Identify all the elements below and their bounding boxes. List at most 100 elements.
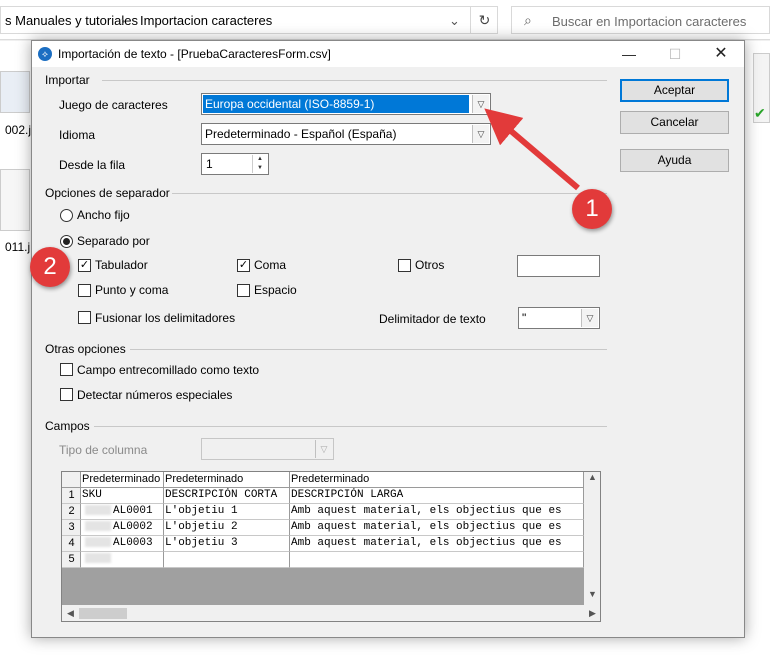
grid-cell: AL0002 <box>81 520 164 536</box>
merge-delimiters-label[interactable]: Fusionar los delimitadores <box>95 311 235 325</box>
charset-value: Europa occidental (ISO-8859-1) <box>203 95 469 113</box>
redacted-block <box>85 537 111 548</box>
charset-select[interactable]: Europa occidental (ISO-8859-1) ▽ <box>201 93 491 115</box>
row-number[interactable]: 1 <box>62 488 81 504</box>
section-separator: Opciones de separador <box>45 186 170 200</box>
section-other-options: Otras opciones <box>45 342 126 356</box>
other-label[interactable]: Otros <box>415 258 444 272</box>
tab-label[interactable]: Tabulador <box>95 258 148 272</box>
annotation-badge-1: 1 <box>572 189 612 229</box>
file-name[interactable]: 002.j <box>5 123 31 137</box>
from-row-label: Desde la fila <box>59 158 126 172</box>
space-checkbox[interactable] <box>237 284 250 297</box>
breadcrumb-importacion[interactable]: Importacion caracteres <box>140 13 272 28</box>
quoted-as-text-checkbox[interactable] <box>60 363 73 376</box>
table-row: 3 AL0002 L'objetiu 2 Amb aquest material… <box>62 520 584 536</box>
comma-label[interactable]: Coma <box>254 258 286 272</box>
row-number[interactable]: 5 <box>62 552 81 568</box>
grid-cell: Amb aquest material, els objectius que e… <box>290 536 584 552</box>
text-delimiter-label: Delimitador de texto <box>379 312 486 326</box>
table-row: 4 AL0003 L'objetiu 3 Amb aquest material… <box>62 536 584 552</box>
row-number[interactable]: 4 <box>62 536 81 552</box>
text-import-dialog: ⟡ Importación de texto - [PruebaCaracter… <box>31 40 745 638</box>
column-header[interactable]: Predeterminado <box>164 472 290 488</box>
grid-corner[interactable] <box>62 472 81 488</box>
scroll-right-icon[interactable]: ▶ <box>584 605 600 621</box>
spin-down-icon[interactable]: ▼ <box>253 164 267 173</box>
grid-cell: AL0001 <box>81 504 164 520</box>
maximize-icon[interactable]: ☐ <box>652 41 698 67</box>
column-header[interactable]: Predeterminado <box>81 472 164 488</box>
separated-by-label[interactable]: Separado por <box>77 234 150 248</box>
grid-cell-text: AL0003 <box>113 537 153 549</box>
spin-up-icon[interactable]: ▲ <box>253 155 267 164</box>
quoted-as-text-label[interactable]: Campo entrecomillado como texto <box>77 363 259 377</box>
text-delimiter-select[interactable]: " ▽ <box>518 307 600 329</box>
divider <box>172 193 607 194</box>
detect-numbers-label[interactable]: Detectar números especiales <box>77 388 232 402</box>
section-fields: Campos <box>45 419 90 433</box>
chevron-down-icon[interactable]: ▽ <box>315 440 332 458</box>
scroll-left-icon[interactable]: ◀ <box>62 605 79 621</box>
other-input[interactable] <box>517 255 600 277</box>
grid-cell: AL0003 <box>81 536 164 552</box>
refresh-icon[interactable]: ↻ <box>470 6 498 34</box>
horizontal-scrollbar[interactable]: ◀ ▶ <box>62 605 600 621</box>
close-icon[interactable]: ✕ <box>698 41 744 67</box>
chevron-down-icon[interactable]: ▽ <box>472 95 489 113</box>
chevron-down-icon[interactable]: ▽ <box>581 309 598 327</box>
space-label[interactable]: Espacio <box>254 283 297 297</box>
section-import: Importar <box>45 73 90 87</box>
language-select[interactable]: Predeterminado - Español (España) ▽ <box>201 123 491 145</box>
file-name[interactable]: 011.j <box>5 240 30 254</box>
search-box[interactable]: ⌕ Buscar en Importacion caracteres <box>511 6 770 34</box>
detect-numbers-checkbox[interactable] <box>60 388 73 401</box>
ok-button[interactable]: Aceptar <box>620 79 729 102</box>
other-checkbox[interactable] <box>398 259 411 272</box>
fixed-width-label[interactable]: Ancho fijo <box>77 208 130 222</box>
breadcrumb-manuales[interactable]: s Manuales y tutoriales <box>5 13 138 28</box>
grid-cell: L'objetiu 1 <box>164 504 290 520</box>
help-button[interactable]: Ayuda <box>620 149 729 172</box>
merge-delimiters-checkbox[interactable] <box>78 311 91 324</box>
fixed-width-radio[interactable] <box>60 209 73 222</box>
preview-grid[interactable]: Predeterminado Predeterminado Predetermi… <box>61 471 601 622</box>
file-thumbnail[interactable] <box>0 71 30 113</box>
spinner-buttons[interactable]: ▲ ▼ <box>252 155 267 173</box>
app-icon: ⟡ <box>38 47 52 61</box>
chevron-down-icon[interactable]: ⌄ <box>449 13 460 29</box>
comma-checkbox[interactable]: ✓ <box>237 259 250 272</box>
chevron-down-icon[interactable]: ▽ <box>472 125 489 143</box>
vertical-scrollbar[interactable]: ▲ ▼ <box>584 472 600 605</box>
address-bar[interactable]: s Manuales y tutoriales › Importacion ca… <box>0 6 498 34</box>
scroll-up-icon[interactable]: ▲ <box>584 472 600 488</box>
redacted-block <box>85 521 111 532</box>
semicolon-checkbox[interactable] <box>78 284 91 297</box>
search-icon: ⌕ <box>524 12 532 28</box>
column-type-label: Tipo de columna <box>59 443 148 457</box>
language-label: Idioma <box>59 128 96 142</box>
grid-cell-text: AL0002 <box>113 521 153 533</box>
text-delimiter-value: " <box>522 311 527 325</box>
explorer-toolbar: s Manuales y tutoriales › Importacion ca… <box>0 0 770 40</box>
minimize-icon[interactable]: — <box>606 41 652 67</box>
grid-cell: L'objetiu 2 <box>164 520 290 536</box>
grid-cell-text: AL0001 <box>113 505 153 517</box>
file-thumbnail[interactable] <box>0 169 30 231</box>
semicolon-label[interactable]: Punto y coma <box>95 283 168 297</box>
column-type-select[interactable]: ▽ <box>201 438 334 460</box>
dialog-titlebar[interactable]: ⟡ Importación de texto - [PruebaCaracter… <box>32 41 744 67</box>
language-value: Predeterminado - Español (España) <box>205 127 397 141</box>
cancel-button[interactable]: Cancelar <box>620 111 729 134</box>
grid-cell: DESCRIPCIÓN CORTA <box>164 488 290 504</box>
row-number[interactable]: 3 <box>62 520 81 536</box>
scroll-down-icon[interactable]: ▼ <box>584 589 600 605</box>
tab-checkbox[interactable]: ✓ <box>78 259 91 272</box>
row-number[interactable]: 2 <box>62 504 81 520</box>
from-row-spinner[interactable]: 1 ▲ ▼ <box>201 153 269 175</box>
table-row: 5 <box>62 552 584 568</box>
separated-by-radio[interactable] <box>60 235 73 248</box>
column-header[interactable]: Predeterminado <box>290 472 584 488</box>
scroll-thumb[interactable] <box>79 608 127 619</box>
annotation-badge-2: 2 <box>30 247 70 287</box>
